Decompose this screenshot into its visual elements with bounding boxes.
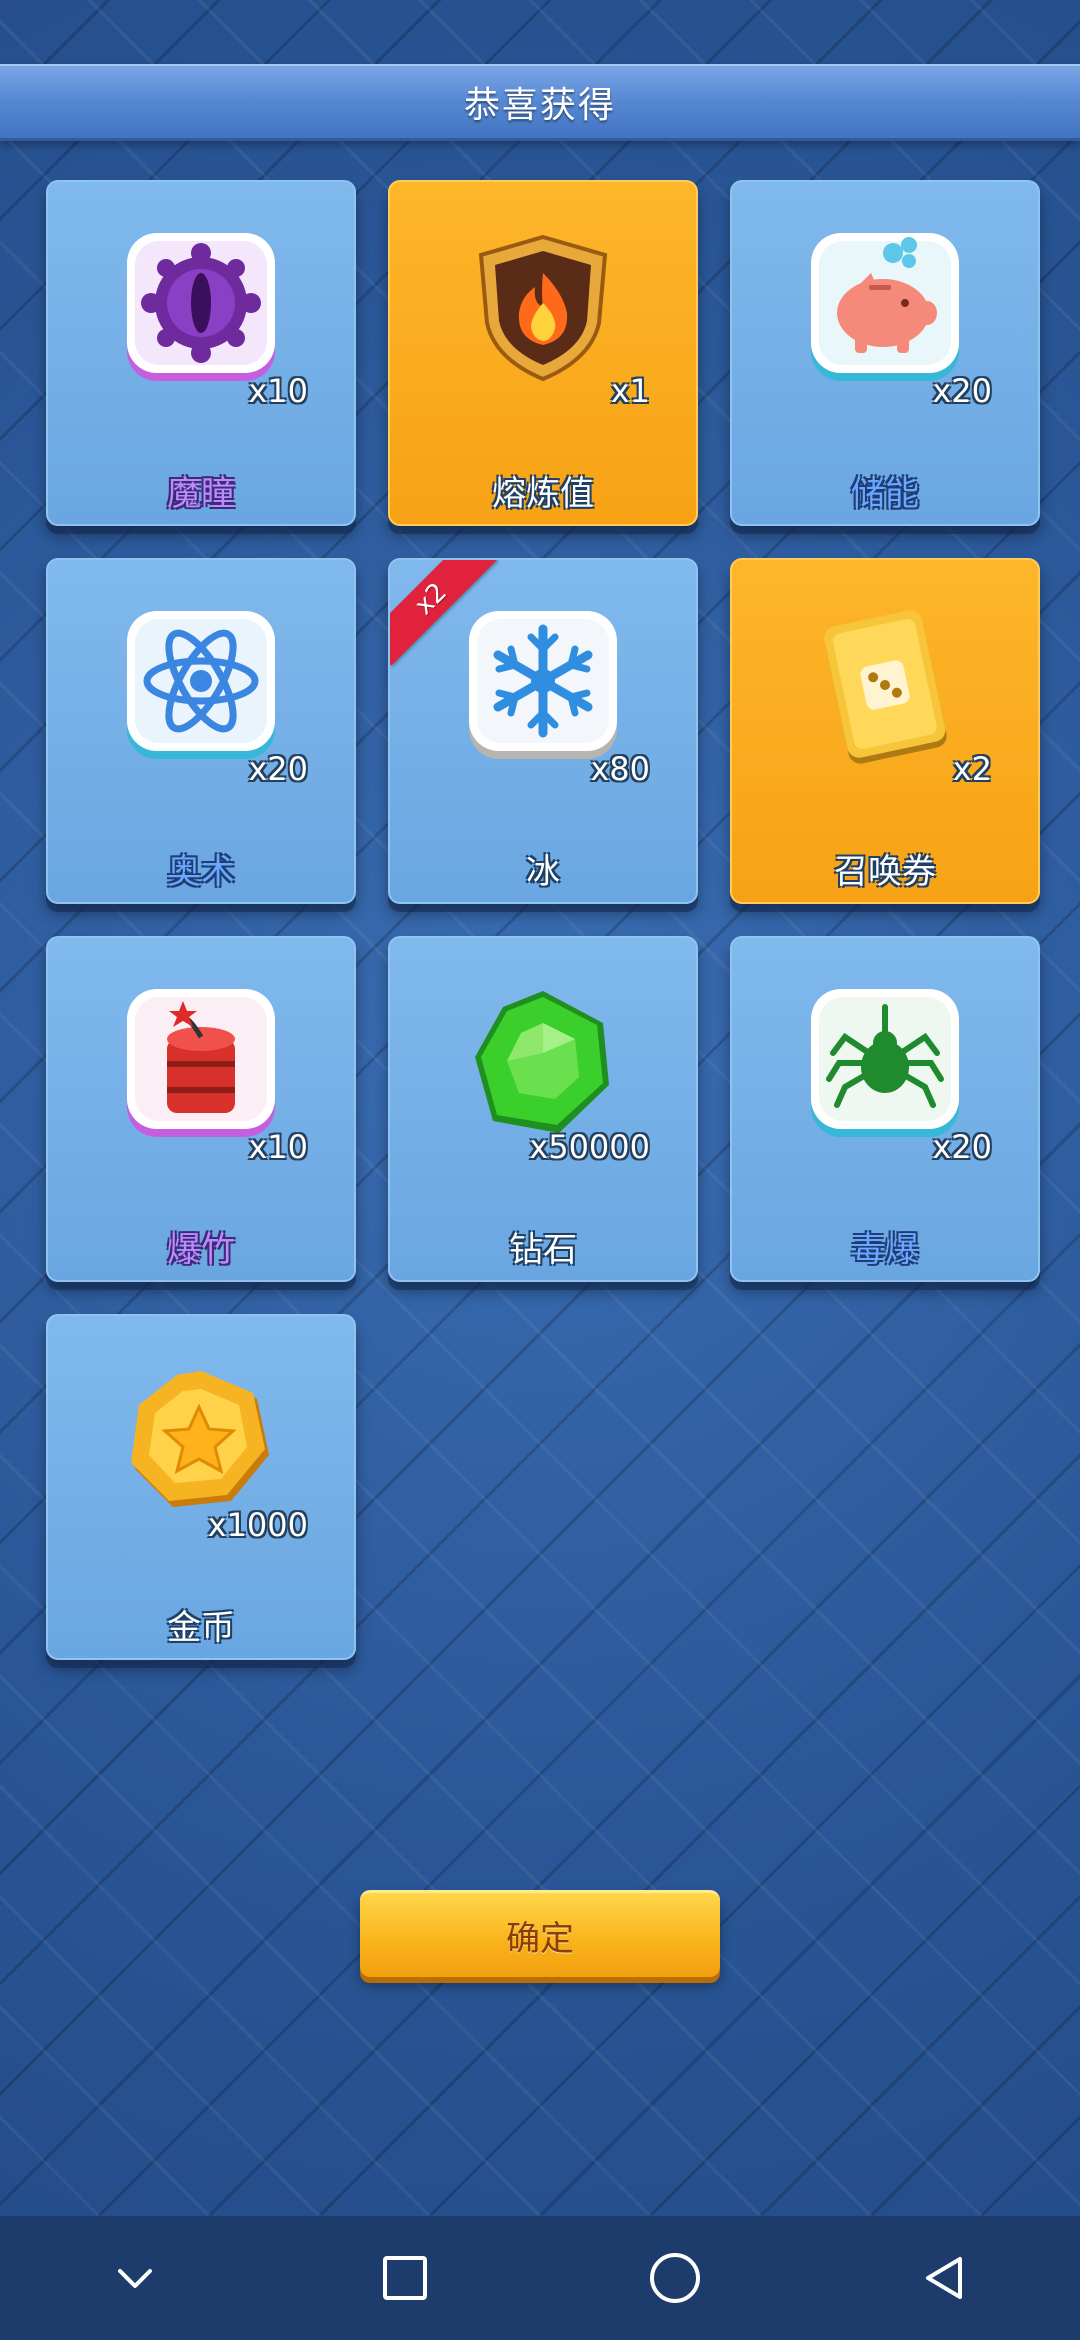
reward-card-arcane[interactable]: x20 奥术 xyxy=(46,558,356,904)
item-quantity: x20 xyxy=(932,372,992,410)
item-name: 储能 xyxy=(851,474,919,514)
circle-icon[interactable] xyxy=(620,2223,730,2333)
item-name: 毒爆 xyxy=(851,1230,919,1270)
reward-card-poison-burst[interactable]: x20 毒爆 xyxy=(730,936,1040,1282)
item-quantity: x20 xyxy=(932,1128,992,1166)
reward-card-energy-storage[interactable]: x20 储能 xyxy=(730,180,1040,526)
item-name: 钻石 xyxy=(509,1230,577,1270)
item-quantity: x1 xyxy=(610,372,650,410)
reward-card-ice[interactable]: x2 x80 冰 xyxy=(388,558,698,904)
atom-icon xyxy=(118,602,284,768)
reward-card-diamond[interactable]: x50000 钻石 xyxy=(388,936,698,1282)
reward-card-magic-eye[interactable]: x10 魔瞳 xyxy=(46,180,356,526)
gold-coin-icon xyxy=(118,1358,284,1524)
item-name: 召唤券 xyxy=(834,852,936,892)
confirm-button-label: 确定 xyxy=(506,1918,574,1959)
item-quantity: x10 xyxy=(248,372,308,410)
item-name: 奥术 xyxy=(167,852,235,892)
chevron-down-icon[interactable] xyxy=(80,2223,190,2333)
item-name: 金币 xyxy=(167,1608,235,1648)
fire-shield-icon xyxy=(460,224,626,390)
item-quantity: x10 xyxy=(248,1128,308,1166)
bonus-multiplier: x2 xyxy=(409,577,453,621)
item-quantity: x1000 xyxy=(207,1506,308,1544)
confirm-button[interactable]: 确定 xyxy=(360,1890,720,1977)
green-gem-icon xyxy=(460,980,626,1146)
reward-card-summon-ticket[interactable]: x2 召唤券 xyxy=(730,558,1040,904)
title-bar: 恭喜获得 xyxy=(0,64,1080,141)
piggy-bank-icon xyxy=(802,224,968,390)
item-name: 魔瞳 xyxy=(167,474,235,514)
reward-card-smelting[interactable]: x1 熔炼值 xyxy=(388,180,698,526)
item-quantity: x80 xyxy=(590,750,650,788)
item-quantity: x2 xyxy=(952,750,992,788)
reward-card-gold-coin[interactable]: x1000 金币 xyxy=(46,1314,356,1660)
item-name: 熔炼值 xyxy=(492,474,594,514)
item-name: 爆竹 xyxy=(167,1230,235,1270)
item-quantity: x50000 xyxy=(529,1128,650,1166)
firecracker-icon xyxy=(118,980,284,1146)
item-name: 冰 xyxy=(526,852,560,892)
snowflake-icon xyxy=(460,602,626,768)
system-navigation-bar xyxy=(0,2216,1080,2340)
spider-icon xyxy=(802,980,968,1146)
reward-card-firecracker[interactable]: x10 爆竹 xyxy=(46,936,356,1282)
item-quantity: x20 xyxy=(248,750,308,788)
square-icon[interactable] xyxy=(350,2223,460,2333)
purple-eye-icon xyxy=(118,224,284,390)
back-triangle-icon[interactable] xyxy=(890,2223,1000,2333)
page-title: 恭喜获得 xyxy=(463,85,616,126)
dice-card-icon xyxy=(802,602,968,768)
